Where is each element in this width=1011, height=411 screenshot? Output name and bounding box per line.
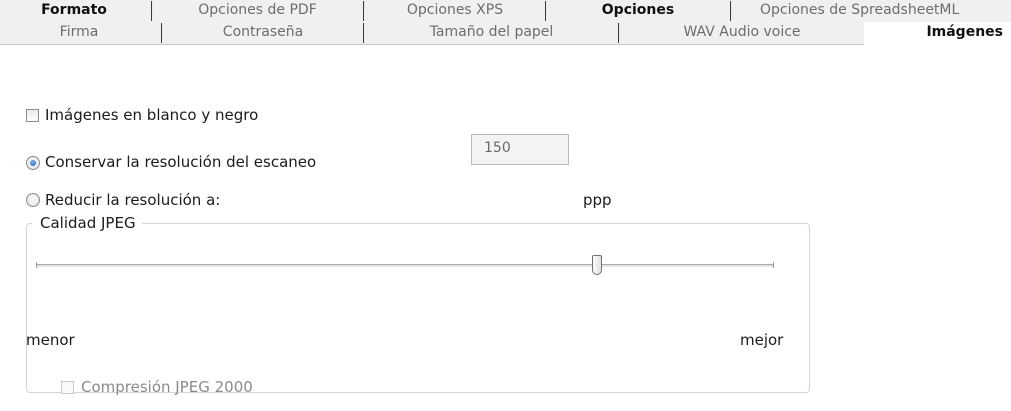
reduce-resolution-label[interactable]: Reducir la resolución a: xyxy=(45,191,220,209)
keep-resolution-label[interactable]: Conservar la resolución del escaneo xyxy=(45,153,316,171)
tab-separator xyxy=(363,1,365,21)
tab-row-1: Formato Opciones de PDF Opciones XPS Opc… xyxy=(0,0,1011,22)
resolution-input[interactable]: 150 xyxy=(471,134,569,165)
tab-contrasena[interactable]: Contraseña xyxy=(165,22,361,44)
jpeg2000-checkbox[interactable] xyxy=(61,381,74,394)
tab-row-2: Firma Contraseña Tamaño del papel WAV Au… xyxy=(0,22,1011,45)
tab-separator xyxy=(151,1,153,21)
tab-firma[interactable]: Firma xyxy=(0,22,158,44)
slider-tick-min xyxy=(36,262,37,268)
slider-min-label: menor xyxy=(26,331,75,349)
tab-separator xyxy=(161,23,163,43)
tab-separator xyxy=(730,1,732,21)
tab-separator xyxy=(618,23,620,43)
jpeg-quality-slider-thumb[interactable] xyxy=(592,255,602,275)
tab-wav-audio-voice[interactable]: WAV Audio voice xyxy=(622,22,862,44)
tab-formato[interactable]: Formato xyxy=(0,0,148,22)
resolution-unit: ppp xyxy=(583,191,612,209)
jpeg-quality-slider-track[interactable] xyxy=(36,264,774,267)
tab-imagenes[interactable]: Imágenes xyxy=(864,22,1011,45)
tab-opciones-spreadsheetml[interactable]: Opciones de SpreadsheetML xyxy=(734,0,1011,22)
tab-separator xyxy=(545,1,547,21)
tab-opciones[interactable]: Opciones xyxy=(549,0,727,22)
tab-opciones-xps[interactable]: Opciones XPS xyxy=(367,0,543,22)
jpeg-quality-group xyxy=(26,223,810,393)
bw-images-label[interactable]: Imágenes en blanco y negro xyxy=(45,106,258,124)
reduce-resolution-radio[interactable] xyxy=(26,193,40,207)
tab-separator xyxy=(363,23,365,43)
bw-images-checkbox[interactable] xyxy=(26,109,39,122)
jpeg2000-label: Compresión JPEG 2000 xyxy=(81,378,253,396)
jpeg-quality-title: Calidad JPEG xyxy=(32,214,142,232)
tab-opciones-pdf[interactable]: Opciones de PDF xyxy=(155,0,360,22)
slider-tick-max xyxy=(773,262,774,268)
tab-tamano-papel[interactable]: Tamaño del papel xyxy=(367,22,616,44)
keep-resolution-radio[interactable] xyxy=(26,156,40,170)
radio-selected-dot xyxy=(30,160,36,166)
slider-max-label: mejor xyxy=(740,331,784,349)
